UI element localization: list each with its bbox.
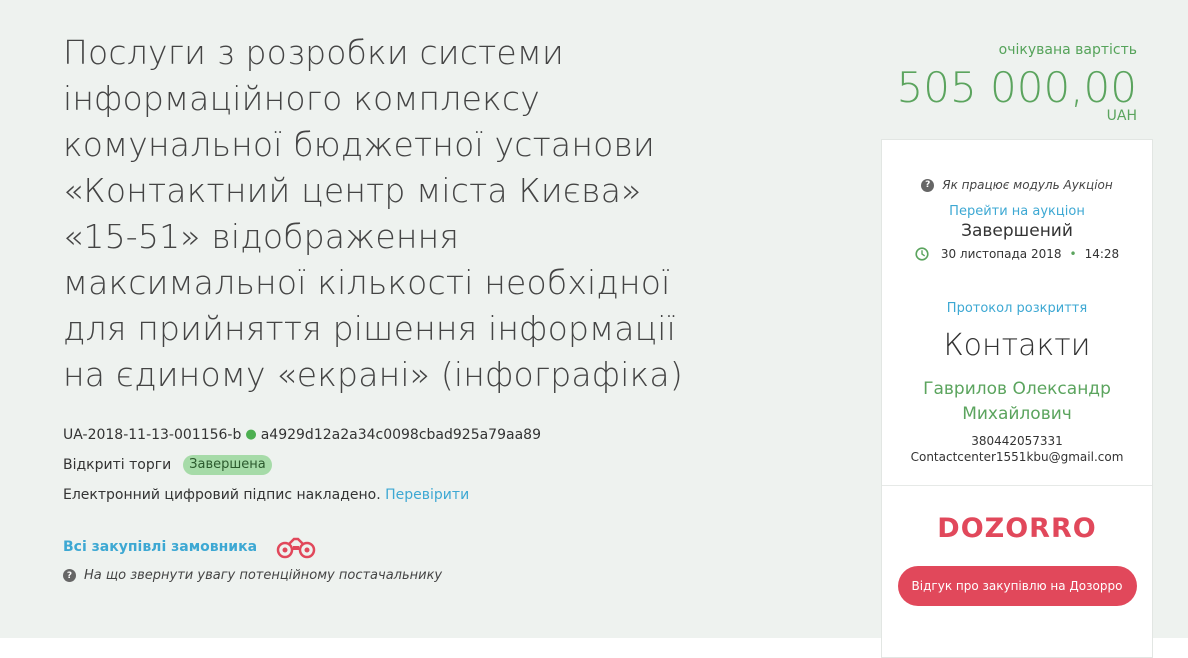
- tender-id-row: UA-2018-11-13-001156-b ● a4929d12a2a34c0…: [63, 420, 703, 450]
- expected-price: очікувана вартість 505 000,00 UAH: [897, 42, 1137, 124]
- procedure-row: Відкриті торги Завершена: [63, 450, 703, 480]
- tender-meta: UA-2018-11-13-001156-b ● a4929d12a2a34c0…: [63, 420, 703, 510]
- auction-date: 30 листопада 2018: [940, 247, 1062, 261]
- auction-help-text: Як працює модуль Аукціон: [942, 178, 1113, 192]
- datetime-separator: •: [1069, 247, 1077, 261]
- signature-text: Електронний цифровий підпис накладено.: [63, 487, 381, 503]
- tender-main: Послуги з розробки системи інформаційног…: [63, 30, 703, 583]
- supplier-hint[interactable]: ? На що звернути увагу потенційному пост…: [63, 568, 703, 583]
- auction-help-link[interactable]: ? Як працює модуль Аукціон: [882, 178, 1152, 192]
- go-to-auction-link[interactable]: Перейти на аукціон: [882, 204, 1152, 219]
- contact-email: Contactcenter1551kbu@gmail.com: [910, 450, 1124, 464]
- signature-row: Електронний цифровий підпис накладено. П…: [63, 480, 703, 510]
- tender-hash: a4929d12a2a34c0098cbad925a79aa89: [260, 427, 541, 443]
- binoculars-icon[interactable]: [275, 535, 317, 559]
- dozorro-section: DOZORRO Відгук про закупівлю на Дозорро: [882, 510, 1152, 606]
- status-badge: Завершена: [183, 455, 272, 475]
- tender-title: Послуги з розробки системи інформаційног…: [63, 33, 683, 394]
- contacts-heading: Контакти: [943, 328, 1091, 363]
- dozorro-review-button[interactable]: Відгук про закупівлю на Дозорро: [897, 566, 1137, 606]
- contact-name-line2: Михайлович: [962, 404, 1072, 424]
- clock-icon: [915, 247, 929, 261]
- price-value: 505 000,00: [896, 63, 1137, 112]
- verify-signature-link[interactable]: Перевірити: [385, 480, 469, 510]
- tender-id: UA-2018-11-13-001156-b: [63, 427, 242, 443]
- price-caption: очікувана вартість: [998, 42, 1137, 58]
- dozorro-logo: DOZORRO: [937, 513, 1095, 544]
- sidebar-card: ? Як працює модуль Аукціон Перейти на ау…: [881, 139, 1153, 658]
- protocol-link[interactable]: Протокол розкриття: [882, 301, 1152, 316]
- separator-dot-icon: ●: [245, 427, 257, 442]
- auction-time: 14:28: [1084, 247, 1120, 261]
- auction-datetime: 30 листопада 2018 • 14:28: [882, 247, 1152, 261]
- auction-status: Завершений: [961, 221, 1073, 241]
- procedure-type: Відкриті торги: [63, 457, 172, 473]
- auction-section: ? Як працює модуль Аукціон Перейти на ау…: [882, 140, 1152, 465]
- contact-name: Гаврилов Олександр Михайлович: [882, 377, 1152, 427]
- contact-name-line1: Гаврилов Олександр: [923, 379, 1111, 399]
- contact-phone: 380442057331: [971, 434, 1063, 448]
- question-circle-icon: ?: [63, 569, 76, 582]
- all-purchases-row: Всі закупівлі замовника: [63, 532, 703, 562]
- dozorro-logo-text: DOZORRO: [939, 513, 1095, 544]
- card-divider: [882, 485, 1152, 486]
- all-purchases-link[interactable]: Всі закупівлі замовника: [63, 539, 257, 555]
- supplier-hint-text: На що звернути увагу потенційному постач…: [84, 568, 443, 583]
- question-circle-icon: ?: [921, 178, 935, 192]
